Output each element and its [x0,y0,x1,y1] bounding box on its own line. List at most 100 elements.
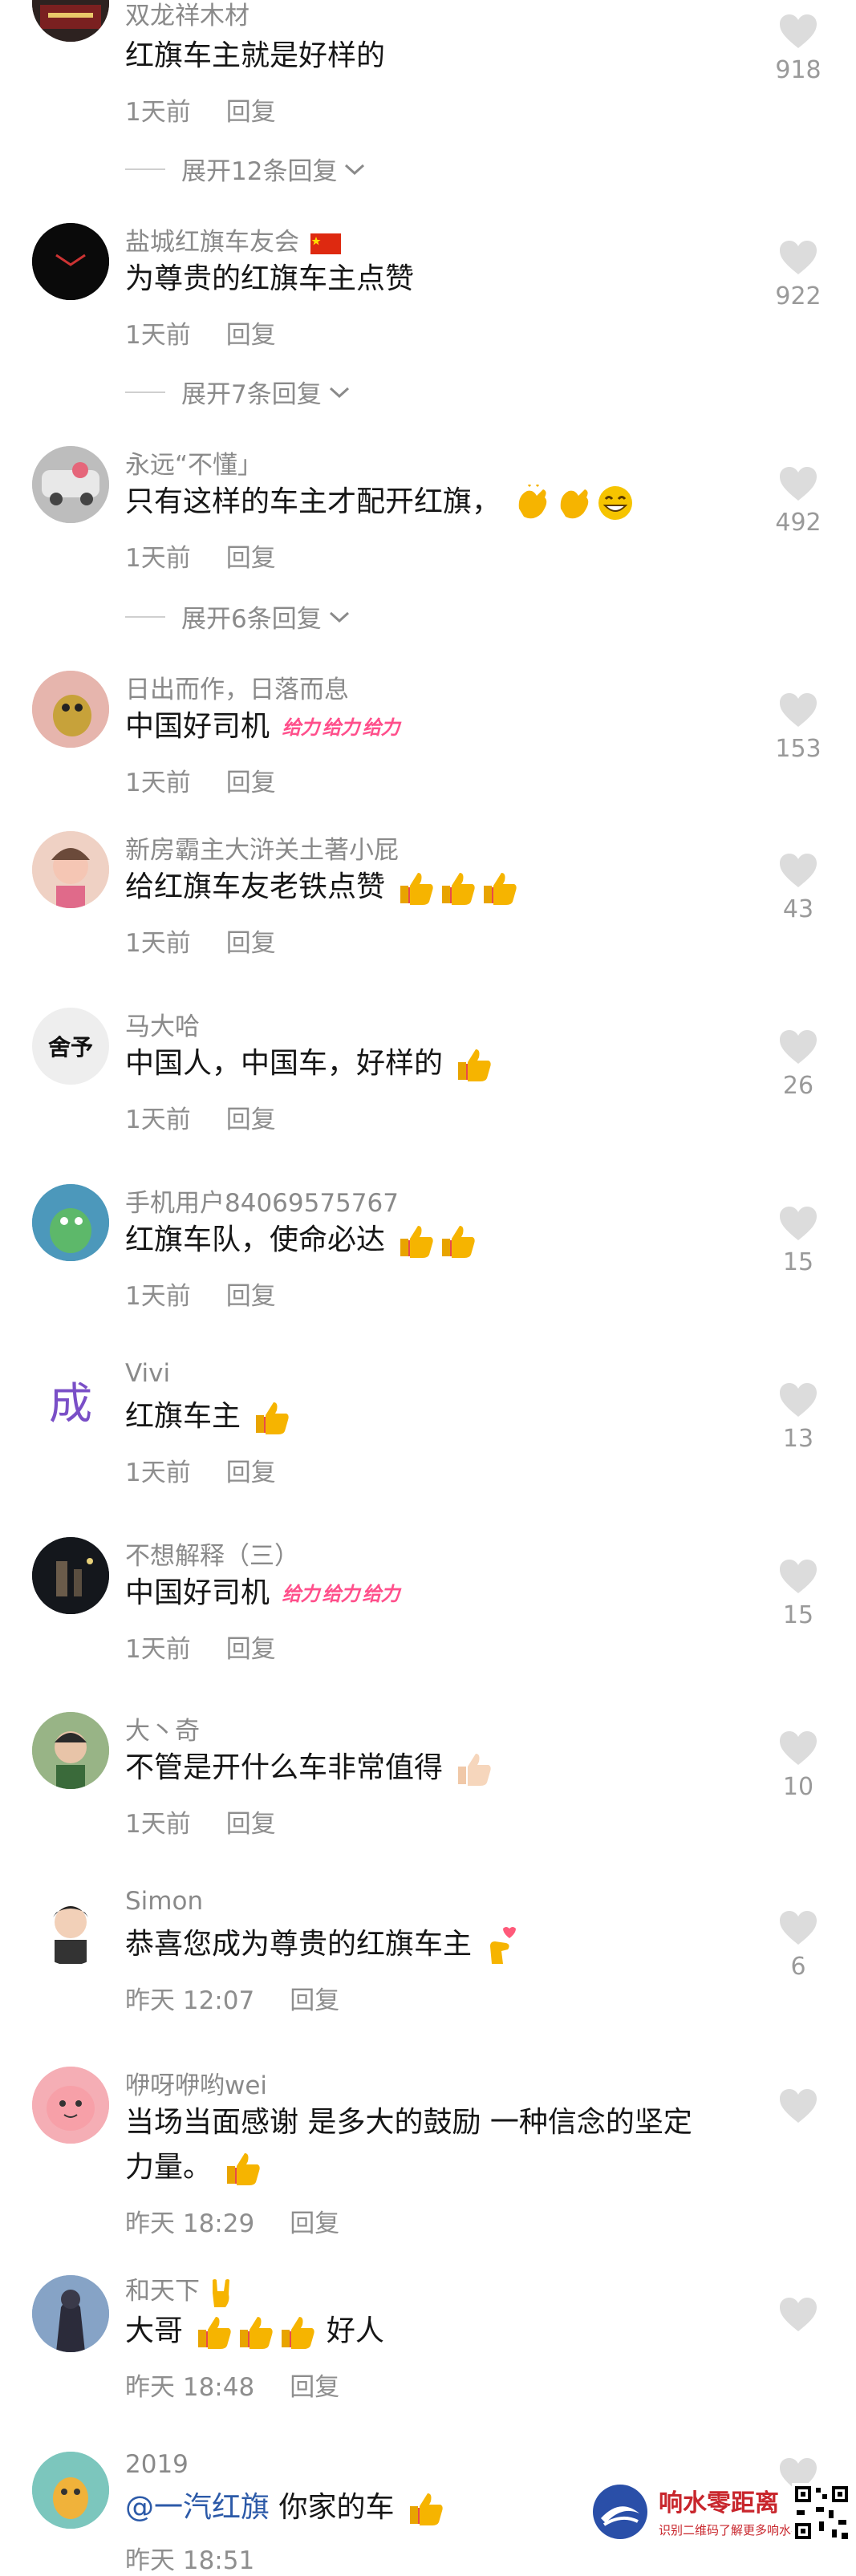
comment-text: 大哥 好人 [125,2309,735,2354]
divider-line [125,391,165,393]
comment-username[interactable]: 新房霸主大浒关土著小屁 [125,830,399,866]
avatar[interactable] [32,1537,109,1614]
avatar-image [32,0,109,42]
like-button[interactable]: 15 [762,1558,834,1629]
comment-username[interactable]: 马大哈 [125,1006,200,1042]
thumbs-up-icon [227,2153,261,2185]
reply-button[interactable]: 回复 [290,1980,339,2016]
like-button[interactable]: 26 [762,1028,834,1100]
heart-icon [780,1030,817,1064]
comment-meta: 1天前 回复 [125,314,276,351]
thumbs-up-icon [400,1226,434,1258]
username-text: 和天下 [125,2277,200,2306]
like-button[interactable] [762,2296,834,2333]
like-count: 6 [790,1953,806,1981]
watermark: 响水零距离 识别二维码了解更多响水事 [590,2475,854,2550]
expand-replies-button[interactable]: 展开7条回复 [125,374,351,410]
avatar[interactable] [32,671,109,748]
avatar[interactable] [32,446,109,523]
comment-text: 当场当面感谢 是多大的鼓励 一种信念的坚定力量。 [125,2100,719,2190]
comment-username[interactable]: 咿呀咿哟wei [125,2065,267,2101]
reply-button[interactable]: 回复 [226,91,276,128]
expand-replies-label: 展开7条回复 [181,380,322,409]
reply-button[interactable]: 回复 [226,762,276,798]
avatar[interactable] [32,1888,109,1965]
clapping-hands-icon [561,489,589,519]
like-button[interactable]: 13 [762,1381,834,1453]
comment-username[interactable]: 和天下 [125,2270,235,2309]
avatar-text: 舍予 [47,1034,93,1061]
reply-button[interactable]: 回复 [226,538,276,574]
xiangshui-logo-icon [593,2485,647,2539]
avatar[interactable] [32,2275,109,2352]
heart-icon [780,854,817,887]
qr-code-icon [792,2483,851,2542]
like-button[interactable]: 10 [762,1730,834,1801]
like-button[interactable]: 15 [762,1205,834,1276]
thumbs-up-icon [458,1049,492,1081]
avatar-image [32,831,109,908]
avatar[interactable] [32,2067,109,2144]
avatar-image [32,2275,109,2352]
like-button[interactable]: 153 [762,692,834,763]
like-count: 153 [775,735,822,763]
avatar[interactable] [32,223,109,300]
reply-button[interactable]: 回复 [226,923,276,959]
comment-username[interactable]: Vivi [125,1359,170,1388]
comment-username[interactable]: 大丶奇 [125,1710,200,1746]
comment-time: 1天前 [125,1282,191,1311]
avatar[interactable] [32,1712,109,1789]
comment-text-body: 红旗车主 [125,1400,241,1433]
like-button[interactable]: 922 [762,239,834,310]
reply-button[interactable]: 回复 [226,1629,276,1665]
like-button[interactable] [762,2087,834,2124]
heart-icon [780,1383,817,1417]
like-button[interactable]: 492 [762,465,834,537]
avatar[interactable]: 舍予 [32,1008,109,1085]
expand-replies-button[interactable]: 展开6条回复 [125,598,351,635]
comment-text-body: 大哥 [125,2314,184,2347]
comment-text-body: 当场当面感谢 是多大的鼓励 一种信念的坚定力量。 [125,2106,692,2184]
comment-username[interactable]: 手机用户84069575767 [125,1183,399,1219]
reply-button[interactable]: 回复 [290,2203,339,2239]
comment-text-body: 中国人，中国车，好样的 [125,1047,444,1080]
expand-replies-button[interactable]: 展开12条回复 [125,151,366,187]
comment-username[interactable]: 双龙祥木材 [125,0,249,31]
reply-button[interactable]: 回复 [226,314,276,351]
like-button[interactable]: 43 [762,852,834,923]
comment-time: 1天前 [125,769,191,797]
avatar[interactable] [32,2452,109,2529]
heart-icon [780,693,817,727]
geili-sticker-icon: 给力 [322,1583,359,1605]
comment-username[interactable]: 日出而作，日落而息 [125,669,349,705]
reply-button[interactable]: 回复 [226,1452,276,1488]
comment-username[interactable]: 2019 [125,2450,189,2479]
avatar[interactable] [32,831,109,908]
comment-time: 1天前 [125,929,191,958]
chevron-down-icon [329,611,349,623]
comment-text: 红旗车主就是好样的 [125,39,386,72]
avatar[interactable]: 成 [32,1361,109,1438]
reply-button[interactable]: 回复 [226,1803,276,1840]
reply-button[interactable]: 回复 [226,1099,276,1135]
comment-username[interactable]: Simon [125,1887,203,1916]
geili-sticker-icon: 给力 [282,716,319,739]
avatar[interactable] [32,1184,109,1261]
like-button[interactable]: 918 [762,13,834,84]
comment-username[interactable]: 永远“不懂」 [125,444,262,481]
reply-button[interactable]: 回复 [290,2367,339,2403]
like-button[interactable]: 6 [762,1909,834,1981]
avatar[interactable] [32,0,109,42]
mention-link[interactable]: @一汽红旗 [125,2491,270,2524]
comment-meta: 1天前 回复 [125,1276,276,1312]
thumbs-up-icon [442,1226,476,1258]
divider-line [125,168,165,170]
chevron-down-icon [345,164,365,175]
comment-time: 1天前 [125,1458,191,1487]
geili-sticker-icon: 给力 [322,716,359,739]
like-count: 918 [775,56,822,84]
comment-username[interactable]: 盐城红旗车友会 [125,221,341,258]
reply-button[interactable]: 回复 [226,1276,276,1312]
comment-text-body: 给红旗车友老铁点赞 [125,870,386,903]
comment-username[interactable]: 不想解释（三） [125,1535,299,1572]
